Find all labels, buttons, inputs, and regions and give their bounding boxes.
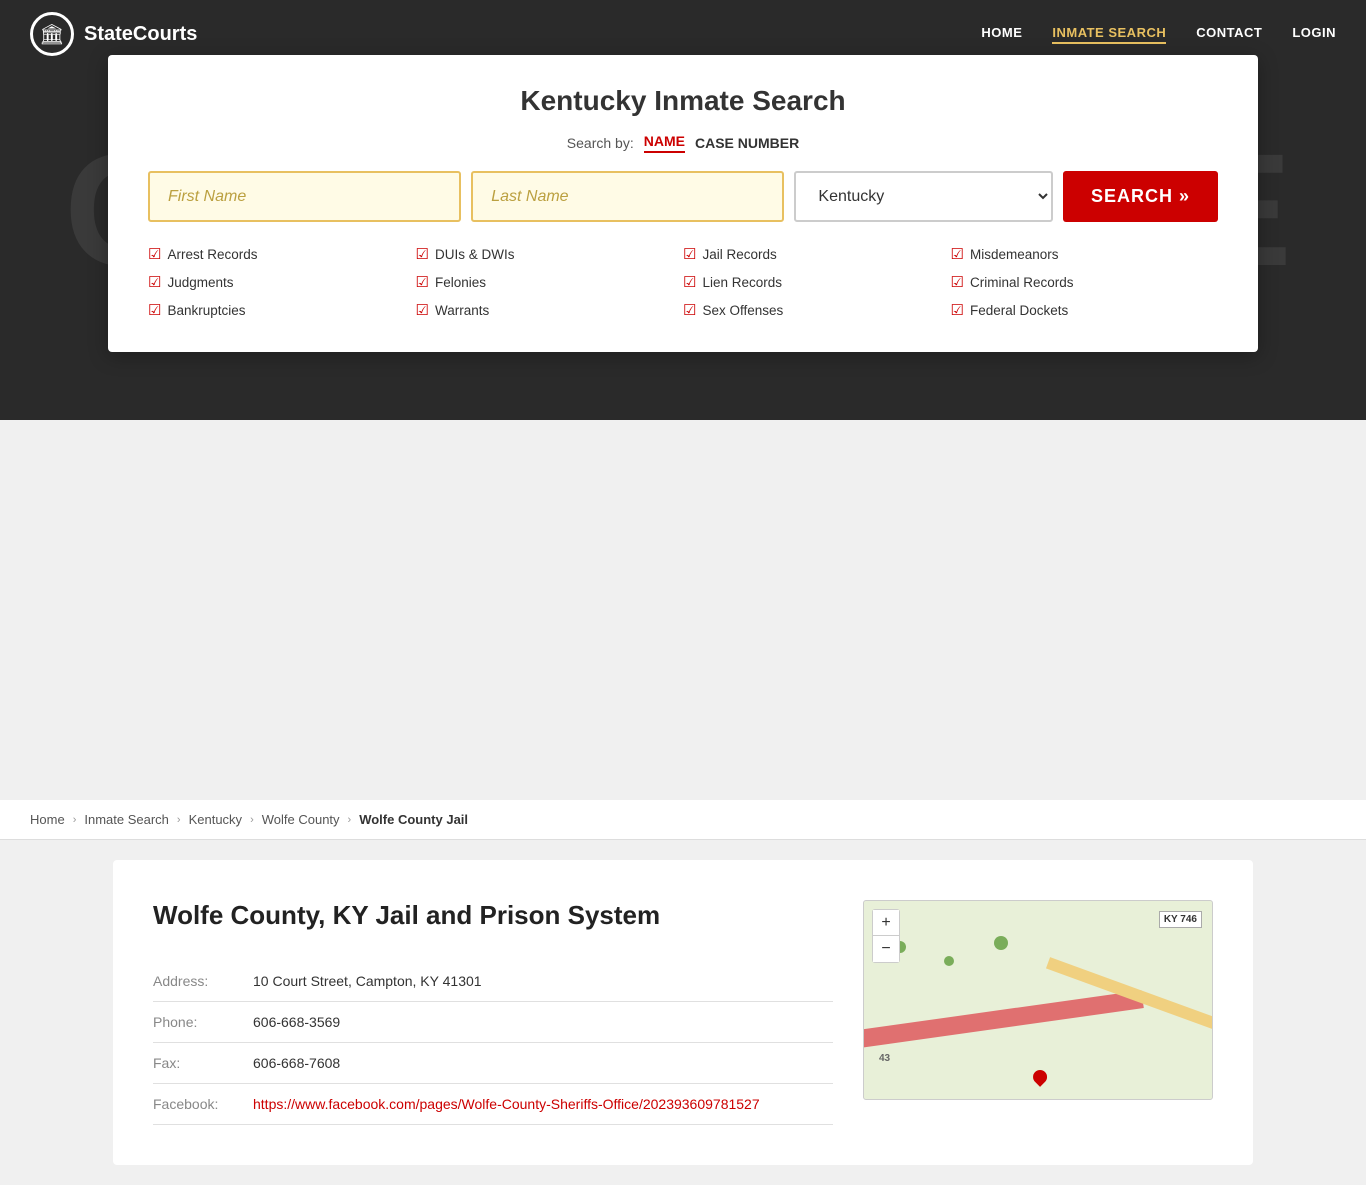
facebook-value: https://www.facebook.com/pages/Wolfe-Cou… — [253, 1084, 833, 1125]
map-zoom-in[interactable]: + — [873, 910, 899, 936]
feature-label: Arrest Records — [167, 247, 257, 262]
map-road-secondary — [1046, 957, 1213, 1037]
map-tree-2 — [944, 956, 954, 966]
address-label: Address: — [153, 961, 253, 1002]
search-by-label: Search by: — [567, 135, 634, 151]
logo-text: StateCourts — [84, 23, 197, 46]
check-icon: ☑ — [416, 273, 429, 291]
map-section: + − KY 746 43 — [863, 900, 1213, 1125]
feature-label: Jail Records — [702, 247, 776, 262]
facebook-label: Facebook: — [153, 1084, 253, 1125]
check-icon: ☑ — [951, 301, 964, 319]
hero-section: COURTHOUSE 🏛 StateCourts HOME INMATE SEA… — [0, 0, 1366, 420]
tab-name[interactable]: NAME — [644, 133, 685, 153]
breadcrumb-current: Wolfe County Jail — [359, 812, 468, 827]
map-road-main — [863, 990, 1144, 1050]
feature-item: ☑ Jail Records — [683, 242, 951, 266]
check-icon: ☑ — [683, 245, 696, 263]
map-zoom-out[interactable]: − — [873, 936, 899, 962]
main-content: Wolfe County, KY Jail and Prison System … — [83, 860, 1283, 1165]
feature-label: DUIs & DWIs — [435, 247, 515, 262]
phone-label: Phone: — [153, 1002, 253, 1043]
feature-item: ☑ Bankruptcies — [148, 298, 416, 322]
search-by-row: Search by: NAME CASE NUMBER — [148, 133, 1218, 153]
feature-item: ☑ Criminal Records — [951, 270, 1219, 294]
feature-label: Federal Dockets — [970, 303, 1068, 318]
nav-contact[interactable]: CONTACT — [1196, 25, 1262, 44]
breadcrumb: Home › Inmate Search › Kentucky › Wolfe … — [0, 800, 1366, 840]
state-select[interactable]: Kentucky — [794, 171, 1053, 222]
feature-label: Criminal Records — [970, 275, 1074, 290]
breadcrumb-sep-3: › — [250, 814, 254, 826]
first-name-input[interactable] — [148, 171, 461, 222]
check-icon: ☑ — [951, 245, 964, 263]
fax-row: Fax: 606-668-7608 — [153, 1043, 833, 1084]
feature-item: ☑ Sex Offenses — [683, 298, 951, 322]
last-name-input[interactable] — [471, 171, 784, 222]
feature-label: Felonies — [435, 275, 486, 290]
feature-item: ☑ Felonies — [416, 270, 684, 294]
phone-row: Phone: 606-668-3569 — [153, 1002, 833, 1043]
search-modal: Kentucky Inmate Search Search by: NAME C… — [108, 55, 1258, 352]
nav-login[interactable]: LOGIN — [1292, 25, 1336, 44]
breadcrumb-home[interactable]: Home — [30, 812, 65, 827]
check-icon: ☑ — [683, 273, 696, 291]
map-container[interactable]: + − KY 746 43 — [863, 900, 1213, 1100]
content-card: Wolfe County, KY Jail and Prison System … — [113, 860, 1253, 1165]
fax-value: 606-668-7608 — [253, 1043, 833, 1084]
check-icon: ☑ — [148, 301, 161, 319]
check-icon: ☑ — [416, 301, 429, 319]
check-icon: ☑ — [951, 273, 964, 291]
check-icon: ☑ — [148, 245, 161, 263]
facebook-row: Facebook: https://www.facebook.com/pages… — [153, 1084, 833, 1125]
feature-label: Warrants — [435, 303, 489, 318]
nav-home[interactable]: HOME — [981, 25, 1022, 44]
nav-links: HOME INMATE SEARCH CONTACT LOGIN — [981, 25, 1336, 44]
fax-label: Fax: — [153, 1043, 253, 1084]
feature-item: ☑ Misdemeanors — [951, 242, 1219, 266]
breadcrumb-inmate-search[interactable]: Inmate Search — [84, 812, 169, 827]
breadcrumb-kentucky[interactable]: Kentucky — [189, 812, 242, 827]
feature-item: ☑ Lien Records — [683, 270, 951, 294]
breadcrumb-sep-1: › — [73, 814, 77, 826]
breadcrumb-wolfe-county[interactable]: Wolfe County — [262, 812, 340, 827]
feature-label: Bankruptcies — [167, 303, 245, 318]
map-label-43: 43 — [879, 1053, 890, 1064]
check-icon: ☑ — [416, 245, 429, 263]
check-icon: ☑ — [148, 273, 161, 291]
facebook-link[interactable]: https://www.facebook.com/pages/Wolfe-Cou… — [253, 1096, 760, 1112]
facility-title: Wolfe County, KY Jail and Prison System — [153, 900, 833, 931]
features-grid: ☑ Arrest Records ☑ DUIs & DWIs ☑ Jail Records… — [148, 242, 1218, 322]
feature-item: ☑ Warrants — [416, 298, 684, 322]
feature-label: Misdemeanors — [970, 247, 1059, 262]
map-tree-3 — [994, 936, 1008, 950]
search-inputs: Kentucky SEARCH » — [148, 171, 1218, 222]
check-icon: ☑ — [683, 301, 696, 319]
logo-icon: 🏛 — [30, 12, 74, 56]
address-row: Address: 10 Court Street, Campton, KY 41… — [153, 961, 833, 1002]
logo-link[interactable]: 🏛 StateCourts — [30, 12, 197, 56]
feature-item: ☑ DUIs & DWIs — [416, 242, 684, 266]
address-value: 10 Court Street, Campton, KY 41301 — [253, 961, 833, 1002]
tab-case-number[interactable]: CASE NUMBER — [695, 135, 799, 151]
breadcrumb-sep-2: › — [177, 814, 181, 826]
map-marker — [1030, 1067, 1050, 1087]
feature-item: ☑ Arrest Records — [148, 242, 416, 266]
feature-label: Judgments — [167, 275, 233, 290]
breadcrumb-sep-4: › — [348, 814, 352, 826]
map-label-ky746: KY 746 — [1159, 911, 1202, 928]
feature-item: ☑ Judgments — [148, 270, 416, 294]
search-button[interactable]: SEARCH » — [1063, 171, 1218, 222]
feature-label: Sex Offenses — [702, 303, 783, 318]
feature-label: Lien Records — [702, 275, 782, 290]
facility-info-table: Address: 10 Court Street, Campton, KY 41… — [153, 961, 833, 1125]
modal-title: Kentucky Inmate Search — [148, 85, 1218, 117]
feature-item: ☑ Federal Dockets — [951, 298, 1219, 322]
map-zoom-controls: + − — [872, 909, 900, 963]
phone-value: 606-668-3569 — [253, 1002, 833, 1043]
info-section: Wolfe County, KY Jail and Prison System … — [153, 900, 833, 1125]
nav-inmate-search[interactable]: INMATE SEARCH — [1052, 25, 1166, 44]
